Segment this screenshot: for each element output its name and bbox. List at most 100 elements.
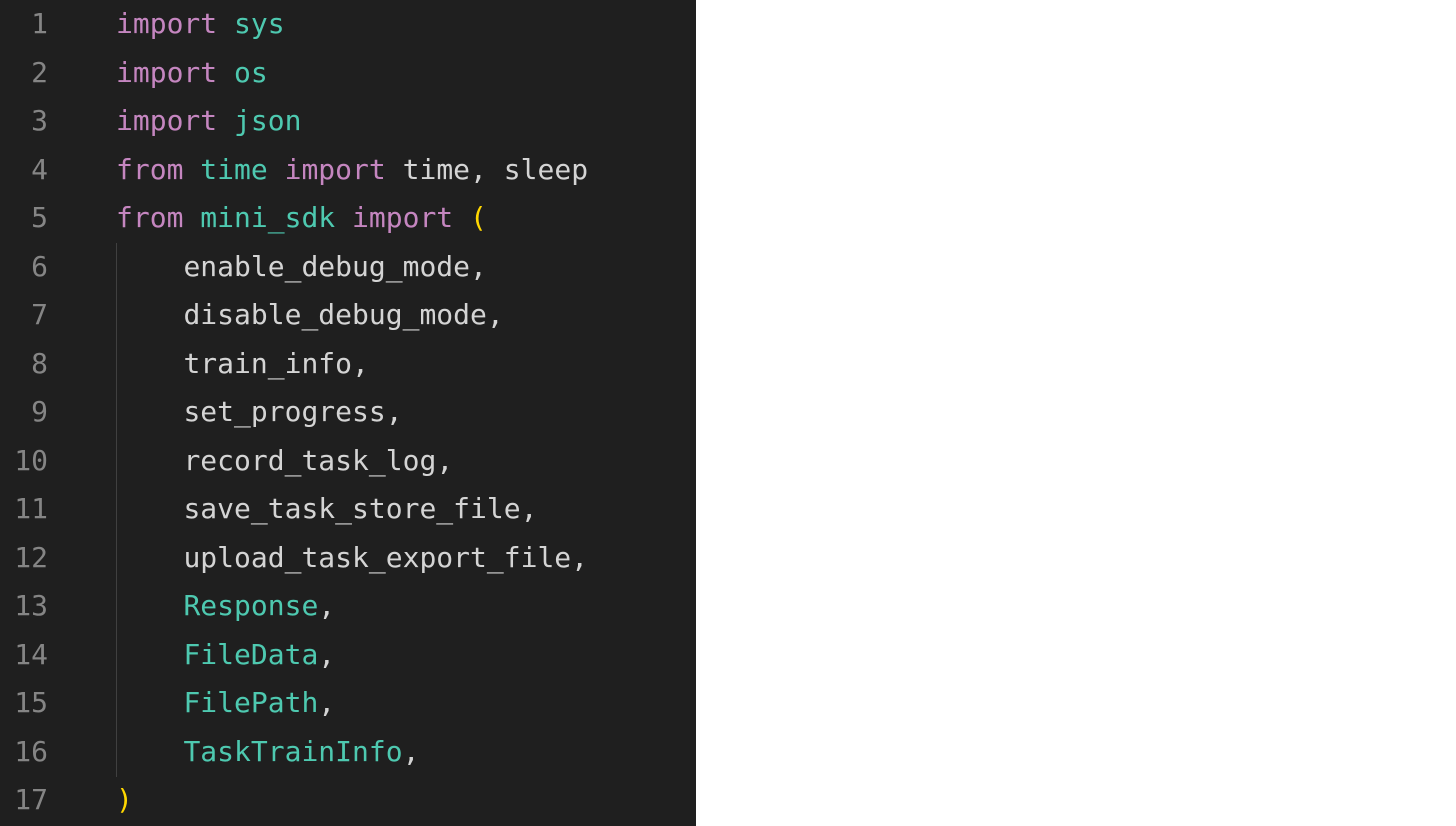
code-token: TaskTrainInfo xyxy=(183,734,403,768)
code-text: import sys xyxy=(116,0,285,49)
code-token: import xyxy=(116,55,218,89)
line-number: 13 xyxy=(14,589,48,622)
code-line[interactable]: 7 disable_debug_mode, xyxy=(0,291,696,340)
code-line[interactable]: 1 import sys xyxy=(0,0,696,49)
line-number: 16 xyxy=(14,734,48,768)
code-token: enable_debug_mode xyxy=(183,249,471,283)
code-line[interactable]: 13 Response, xyxy=(0,582,696,631)
code-line[interactable]: 6 enable_debug_mode, xyxy=(0,243,696,292)
code-line[interactable]: 17) xyxy=(0,776,696,825)
code-token: import xyxy=(284,152,386,186)
code-token: , xyxy=(520,492,538,525)
code-token: set_progress xyxy=(183,395,386,428)
code-token: upload_task_export_file xyxy=(183,540,572,574)
code-token: , xyxy=(470,152,504,186)
code-text: set_progress, xyxy=(116,388,403,437)
code-token: time xyxy=(200,152,268,186)
line-number: 5 xyxy=(31,201,48,234)
line-number: 1 xyxy=(31,7,48,40)
code-token: , xyxy=(385,395,403,428)
code-token: from xyxy=(116,152,184,186)
code-text: FileData, xyxy=(116,631,335,680)
code-token: Response xyxy=(183,589,319,622)
code-token: mini_sdk xyxy=(200,201,336,234)
code-line[interactable]: 4 from time import time, sleep xyxy=(0,146,696,195)
code-text: import os xyxy=(116,49,268,98)
code-line[interactable]: 16 TaskTrainInfo, xyxy=(0,728,696,777)
code-text: Response, xyxy=(116,582,335,631)
line-number: 2 xyxy=(31,55,48,89)
code-token: ( xyxy=(470,201,487,234)
code-text: record_task_log, xyxy=(116,437,453,486)
code-token: , xyxy=(402,734,420,768)
code-line[interactable]: 8 train_info, xyxy=(0,340,696,389)
code-token: , xyxy=(470,249,487,283)
code-text: TaskTrainInfo, xyxy=(116,728,419,777)
code-text: import json xyxy=(116,97,301,146)
code-token: save_task_store_file xyxy=(183,492,521,525)
code-text: ) xyxy=(116,776,133,825)
code-token: , xyxy=(318,637,336,671)
code-text: from mini_sdk import ( xyxy=(116,194,487,243)
code-token: json xyxy=(234,104,302,137)
code-line[interactable]: 5 from mini_sdk import ( xyxy=(0,194,696,243)
line-number: 14 xyxy=(14,637,48,671)
code-token: ) xyxy=(116,783,133,816)
code-token: disable_debug_mode xyxy=(183,298,487,331)
code-token: os xyxy=(234,55,268,89)
code-token: , xyxy=(486,298,504,331)
code-line[interactable]: 15 FilePath, xyxy=(0,679,696,728)
code-token: , xyxy=(436,443,454,477)
code-token: sys xyxy=(234,7,285,40)
line-number: 9 xyxy=(31,395,48,428)
code-line[interactable]: 9 set_progress, xyxy=(0,388,696,437)
code-token: import xyxy=(116,104,218,137)
code-text: FilePath, xyxy=(116,679,335,728)
code-token: , xyxy=(352,346,369,380)
code-token: import xyxy=(116,7,218,40)
code-token: FileData xyxy=(183,637,319,671)
line-number: 15 xyxy=(14,686,48,719)
code-text: from time import time, sleep xyxy=(116,146,588,195)
code-text: upload_task_export_file, xyxy=(116,534,588,583)
code-line[interactable]: 14 FileData, xyxy=(0,631,696,680)
line-number: 3 xyxy=(31,104,48,137)
code-line[interactable]: 2 import os xyxy=(0,49,696,98)
code-line[interactable]: 11 save_task_store_file, xyxy=(0,485,696,534)
line-number: 17 xyxy=(14,783,48,816)
code-text: train_info, xyxy=(116,340,369,389)
code-token: from xyxy=(116,201,184,234)
code-token: import xyxy=(352,201,454,234)
code-line[interactable]: 12 upload_task_export_file, xyxy=(0,534,696,583)
code-token: , xyxy=(571,540,589,574)
code-editor[interactable]: 1 import sys 2 import os 3 import json 4 from t… xyxy=(0,0,696,826)
code-line[interactable]: 3 import json xyxy=(0,97,696,146)
code-token: sleep xyxy=(503,152,589,186)
line-number: 10 xyxy=(14,443,48,477)
code-line[interactable]: 10 record_task_log, xyxy=(0,437,696,486)
line-number: 12 xyxy=(14,540,48,574)
code-token: FilePath xyxy=(183,686,319,719)
line-number: 8 xyxy=(31,346,48,380)
code-token: time xyxy=(402,152,471,186)
code-text: disable_debug_mode, xyxy=(116,291,504,340)
code-token: train_info xyxy=(183,346,353,380)
code-text: enable_debug_mode, xyxy=(116,243,487,292)
